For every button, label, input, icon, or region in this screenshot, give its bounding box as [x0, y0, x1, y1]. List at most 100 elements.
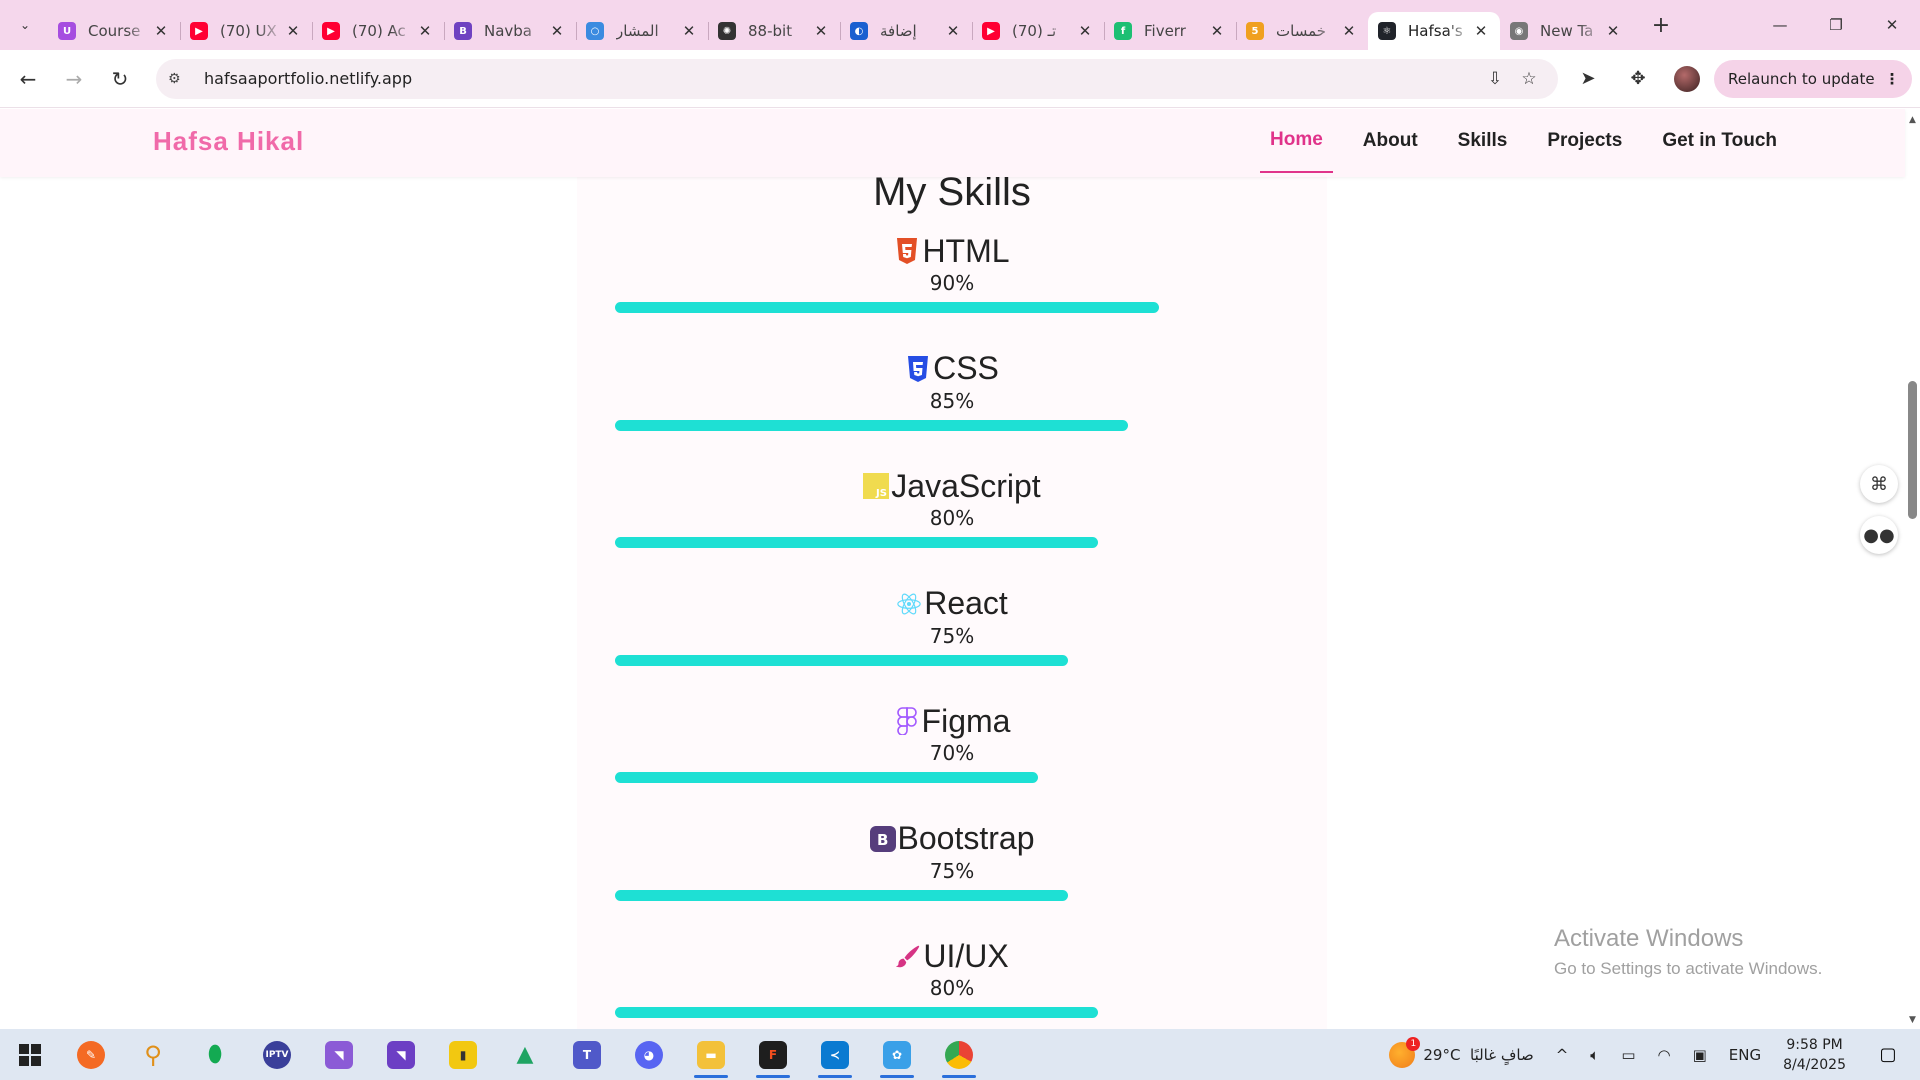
google-drive-icon: ▲: [516, 1042, 534, 1067]
clock[interactable]: 9:58 PM 8/4/2025: [1783, 1035, 1846, 1075]
tab-search-chevron-icon[interactable]: ⌄: [10, 10, 40, 40]
tab-close-icon[interactable]: ✕: [152, 22, 170, 40]
taskbar-app-visual-studio-1[interactable]: ◥: [308, 1029, 370, 1080]
command-grid-icon[interactable]: ⌘: [1860, 465, 1898, 503]
taskbar-app-paint[interactable]: ✿: [866, 1029, 928, 1080]
tab-close-icon[interactable]: ✕: [1340, 22, 1358, 40]
skill-progress-fill: [615, 1007, 1099, 1018]
forward-button[interactable]: →: [56, 61, 92, 97]
tab-favicon-icon: ▶: [982, 22, 1000, 40]
close-window-button[interactable]: ✕: [1864, 0, 1920, 50]
wifi-icon[interactable]: ◠: [1658, 1046, 1671, 1064]
restore-button[interactable]: ❐: [1808, 0, 1864, 50]
taskbar-app-figma[interactable]: F: [742, 1029, 804, 1080]
weather-widget[interactable]: 1 29°C صافٍ غالبًا: [1389, 1036, 1534, 1068]
skill-item: B Bootstrap 75%: [577, 819, 1327, 915]
more-menu-icon[interactable]: ⋮: [1885, 70, 1900, 88]
volume-icon[interactable]: 🔈︎: [1590, 1046, 1599, 1064]
start-button[interactable]: [0, 1029, 60, 1080]
browser-tab[interactable]: ▶ (70) Ac ✕: [312, 12, 444, 50]
brand-logo[interactable]: Hafsa Hikal: [153, 126, 304, 157]
browser-tab[interactable]: f Fiverr ✕: [1104, 12, 1236, 50]
tab-close-icon[interactable]: ✕: [680, 22, 698, 40]
activate-windows-watermark: Activate Windows Go to Settings to activ…: [1554, 925, 1822, 979]
language-indicator[interactable]: ENG: [1729, 1046, 1761, 1064]
scroll-thumb[interactable]: [1908, 381, 1917, 519]
activate-title: Activate Windows: [1554, 925, 1744, 952]
notifications-icon[interactable]: ▢: [1868, 1044, 1908, 1065]
nav-link-skills[interactable]: Skills: [1448, 109, 1518, 173]
tab-favicon-icon: ◉: [1510, 22, 1528, 40]
taskbar-app-power-bi[interactable]: ▮: [432, 1029, 494, 1080]
tab-favicon-icon: ✺: [718, 22, 736, 40]
tab-favicon-icon: ◐: [850, 22, 868, 40]
browser-tab[interactable]: ◐ إضافة ✕: [840, 12, 972, 50]
browser-tab[interactable]: ▶ (70) تـ ✕: [972, 12, 1104, 50]
tab-close-icon[interactable]: ✕: [1208, 22, 1226, 40]
url-text[interactable]: hafsaaportfolio.netlify.app: [204, 69, 1478, 88]
tab-close-icon[interactable]: ✕: [1604, 22, 1622, 40]
paint-icon: ✿: [883, 1040, 911, 1069]
vscode-icon: ≺: [821, 1040, 849, 1069]
skill-progress-fill: [615, 537, 1099, 548]
taskbar-app-file-explorer[interactable]: ▬: [680, 1029, 742, 1080]
tab-close-icon[interactable]: ✕: [416, 22, 434, 40]
tab-close-icon[interactable]: ✕: [548, 22, 566, 40]
tab-title: New Ta: [1540, 22, 1594, 40]
nav-link-about[interactable]: About: [1353, 109, 1428, 173]
browser-toolbar: ← → ↻ ⚙ hafsaaportfolio.netlify.app ⇩ ☆ …: [0, 50, 1920, 108]
battery-icon[interactable]: ▭: [1621, 1046, 1635, 1064]
tab-close-icon[interactable]: ✕: [944, 22, 962, 40]
taskbar-app-chrome[interactable]: [928, 1029, 990, 1080]
send-cursor-icon[interactable]: ➤: [1568, 68, 1608, 89]
taskbar-app-iptv[interactable]: IPTV: [246, 1029, 308, 1080]
scroll-down-arrow-icon[interactable]: ▼: [1907, 1015, 1918, 1025]
address-bar[interactable]: ⚙ hafsaaportfolio.netlify.app ⇩ ☆: [156, 58, 1558, 99]
browser-tab[interactable]: B Navba ✕: [444, 12, 576, 50]
skill-percent: 90%: [929, 271, 975, 295]
windows-logo-icon: [19, 1043, 41, 1066]
skill-progress-bar: [615, 419, 1219, 431]
react-icon: [896, 591, 922, 617]
taskbar-app-discord[interactable]: ◕: [618, 1029, 680, 1080]
browser-tab[interactable]: ⚛ Hafsa's ✕: [1368, 12, 1500, 50]
scroll-up-arrow-icon[interactable]: ▲: [1907, 115, 1918, 125]
site-info-icon[interactable]: ⚙: [168, 71, 194, 87]
install-app-icon[interactable]: ⇩: [1478, 69, 1512, 89]
taskbar-app-brush[interactable]: ✎: [60, 1029, 122, 1080]
taskbar-app-visual-studio-2[interactable]: ◥: [370, 1029, 432, 1080]
tab-close-icon[interactable]: ✕: [1076, 22, 1094, 40]
window-controls: — ❐ ✕: [1752, 0, 1920, 50]
skill-percent: 85%: [929, 388, 975, 413]
nav-link-home[interactable]: Home: [1260, 109, 1333, 173]
taskbar-app-vscode[interactable]: ≺: [804, 1029, 866, 1080]
tab-close-icon[interactable]: ✕: [812, 22, 830, 40]
taskbar-app-teams[interactable]: T: [556, 1029, 618, 1080]
browser-tab[interactable]: ✺ 88-bit ✕: [708, 12, 840, 50]
show-hidden-icons-chevron-icon[interactable]: ^: [1556, 1046, 1569, 1064]
tab-close-icon[interactable]: ✕: [284, 22, 302, 40]
back-button[interactable]: ←: [10, 61, 46, 97]
power-bi-icon: ▮: [449, 1040, 477, 1069]
profile-avatar[interactable]: [1674, 65, 1700, 92]
page-scrollbar[interactable]: ▲ ▼: [1905, 109, 1920, 1029]
browser-tab[interactable]: 5 خمسات ✕: [1236, 12, 1368, 50]
meet-now-icon[interactable]: ▣: [1693, 1046, 1707, 1064]
bookmark-star-icon[interactable]: ☆: [1512, 69, 1546, 89]
new-tab-button[interactable]: +: [1646, 13, 1676, 38]
nav-link-get-in-touch[interactable]: Get in Touch: [1652, 109, 1787, 173]
browser-tab[interactable]: ◉ New Ta ✕: [1500, 12, 1632, 50]
browser-tab[interactable]: U Course ✕: [48, 12, 180, 50]
extensions-puzzle-icon[interactable]: ✥: [1618, 68, 1658, 89]
nav-link-projects[interactable]: Projects: [1537, 109, 1632, 173]
taskbar-app-mongodb[interactable]: ⬮: [184, 1029, 246, 1080]
assistant-bot-icon[interactable]: ●●: [1860, 516, 1898, 554]
taskbar-app-drive[interactable]: ▲: [494, 1029, 556, 1080]
relaunch-button[interactable]: Relaunch to update ⋮: [1714, 59, 1912, 98]
browser-tab[interactable]: ○ المشار ✕: [576, 12, 708, 50]
reload-button[interactable]: ↻: [102, 61, 138, 97]
taskbar-app-search[interactable]: ⚲: [122, 1029, 184, 1080]
minimize-button[interactable]: —: [1752, 0, 1808, 50]
tab-close-icon[interactable]: ✕: [1472, 22, 1490, 40]
browser-tab[interactable]: ▶ (70) UX ✕: [180, 12, 312, 50]
